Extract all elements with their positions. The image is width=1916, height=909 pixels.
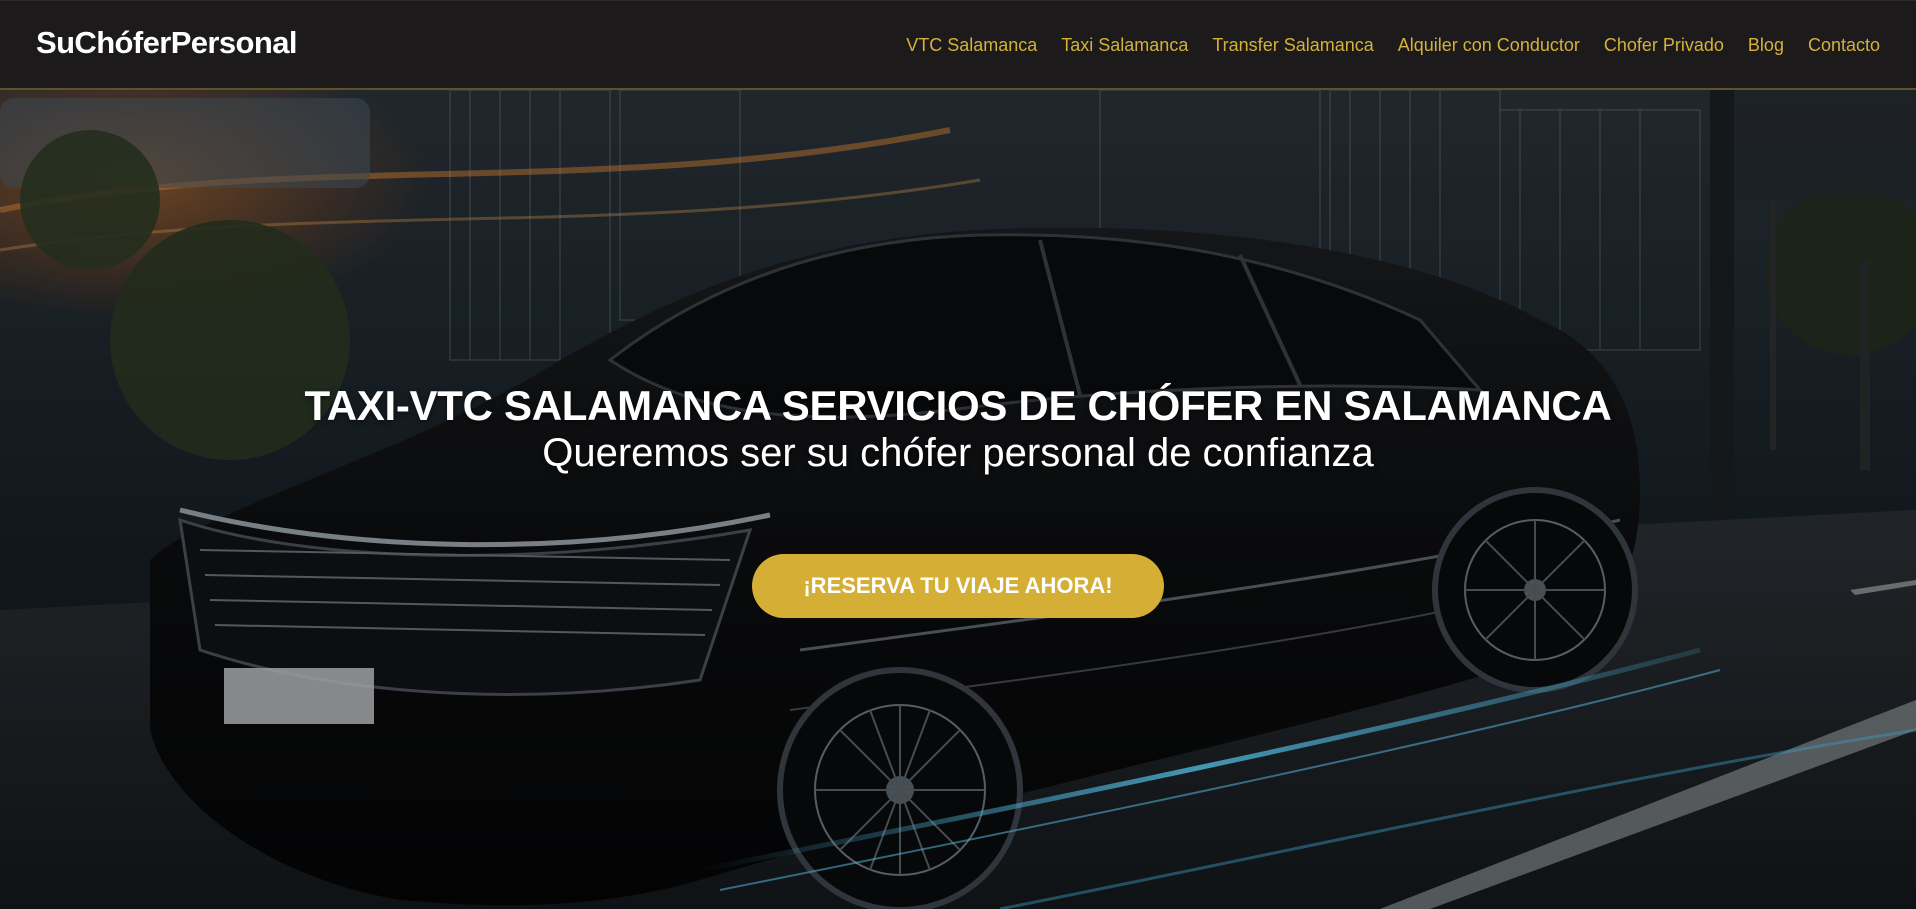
hero-content: TAXI-VTC SALAMANCA SERVICIOS DE CHÓFER E… <box>0 382 1916 476</box>
nav-link-taxi-salamanca[interactable]: Taxi Salamanca <box>1061 35 1188 55</box>
nav-item-chofer-privado: Chofer Privado <box>1604 35 1724 56</box>
nav-item-contacto: Contacto <box>1808 35 1880 56</box>
hero-subtitle: Queremos ser su chófer personal de confi… <box>542 431 1374 475</box>
page: SuChóferPersonal VTC Salamanca Taxi Sala… <box>0 0 1916 909</box>
nav-link-blog[interactable]: Blog <box>1748 35 1784 55</box>
site-header: SuChóferPersonal VTC Salamanca Taxi Sala… <box>0 0 1916 90</box>
nav-item-vtc-salamanca: VTC Salamanca <box>906 35 1037 56</box>
nav-link-alquiler-con-conductor[interactable]: Alquiler con Conductor <box>1398 35 1580 55</box>
nav-item-alquiler-con-conductor: Alquiler con Conductor <box>1398 35 1580 56</box>
nav-link-contacto[interactable]: Contacto <box>1808 35 1880 55</box>
site-logo[interactable]: SuChóferPersonal <box>36 25 297 61</box>
book-trip-button[interactable]: ¡RESERVA TU VIAJE AHORA! <box>752 554 1164 618</box>
main-nav: VTC Salamanca Taxi Salamanca Transfer Sa… <box>906 35 1880 56</box>
hero-section: TAXI-VTC SALAMANCA SERVICIOS DE CHÓFER E… <box>0 90 1916 909</box>
hero-dark-overlay <box>0 90 1916 909</box>
nav-item-blog: Blog <box>1748 35 1784 56</box>
hero-title: TAXI-VTC SALAMANCA SERVICIOS DE CHÓFER E… <box>304 382 1612 429</box>
nav-link-vtc-salamanca[interactable]: VTC Salamanca <box>906 35 1037 55</box>
nav-link-transfer-salamanca[interactable]: Transfer Salamanca <box>1212 35 1373 55</box>
nav-item-taxi-salamanca: Taxi Salamanca <box>1061 35 1188 56</box>
nav-item-transfer-salamanca: Transfer Salamanca <box>1212 35 1373 56</box>
nav-link-chofer-privado[interactable]: Chofer Privado <box>1604 35 1724 55</box>
